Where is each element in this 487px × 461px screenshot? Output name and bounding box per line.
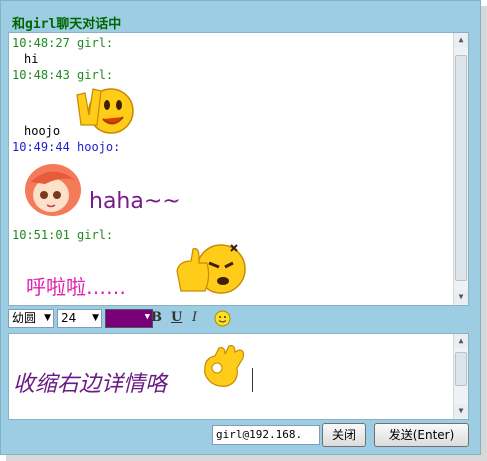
- message-timestamp: 10:48:27 girl:: [12, 36, 114, 50]
- girl-avatar-icon: [25, 164, 81, 216]
- ok-hand-icon: [204, 345, 245, 387]
- message-input[interactable]: 收缩右边详情咯 ▲ ▼: [8, 333, 469, 420]
- italic-button[interactable]: I: [192, 310, 197, 325]
- message-text: 呼啦啦……: [26, 275, 126, 299]
- message-text: haha~~: [89, 189, 181, 214]
- input-scrollbar[interactable]: ▲ ▼: [453, 334, 468, 419]
- chevron-down-icon: ▼: [144, 312, 150, 322]
- history-scrollbar[interactable]: ▲ ▼: [453, 33, 468, 305]
- thumbs-up-smiley-icon: [176, 244, 246, 294]
- scroll-up-button[interactable]: ▲: [454, 33, 468, 47]
- font-size-value: 24: [61, 311, 77, 325]
- victory-smiley-icon: [76, 88, 134, 134]
- chevron-down-icon: ▼: [92, 313, 99, 323]
- font-color-select[interactable]: ▼: [105, 309, 153, 328]
- send-button[interactable]: 发送(Enter): [374, 423, 469, 447]
- input-text: 收缩右边详情咯: [13, 372, 168, 397]
- address-field[interactable]: girl@192.168.: [212, 425, 320, 445]
- scroll-thumb[interactable]: [455, 55, 467, 281]
- scroll-up-button[interactable]: ▲: [454, 334, 468, 348]
- font-size-select[interactable]: 24 ▼: [57, 309, 102, 328]
- format-toolbar: 幼圆 ▼ 24 ▼ ▼ B U I: [8, 309, 308, 329]
- scroll-thumb[interactable]: [455, 352, 467, 386]
- message-text: hoojo: [24, 124, 61, 138]
- font-family-select[interactable]: 幼圆 ▼: [8, 309, 54, 328]
- scroll-down-button[interactable]: ▼: [454, 404, 468, 418]
- message-timestamp: 10:49:44 hoojo:: [12, 140, 121, 154]
- window-title: 和girl聊天对话中: [12, 17, 122, 32]
- font-family-value: 幼圆: [12, 311, 37, 325]
- window-shadow-bottom: [6, 455, 487, 461]
- underline-button[interactable]: U: [171, 310, 182, 325]
- close-button[interactable]: 关闭: [322, 423, 366, 447]
- smiley-icon[interactable]: [214, 310, 231, 327]
- message-text: hi: [24, 52, 39, 66]
- window-shadow-right: [481, 6, 487, 461]
- text-caret: [252, 368, 253, 392]
- chevron-down-icon: ▼: [44, 313, 51, 323]
- message-timestamp: 10:48:43 girl:: [12, 68, 114, 82]
- scroll-down-button[interactable]: ▼: [454, 290, 468, 304]
- bold-button[interactable]: B: [151, 310, 162, 325]
- chat-history: 10:48:27 girl: hi 10:48:43 girl: hoojo 1…: [8, 32, 469, 306]
- message-timestamp: 10:51:01 girl:: [12, 228, 114, 242]
